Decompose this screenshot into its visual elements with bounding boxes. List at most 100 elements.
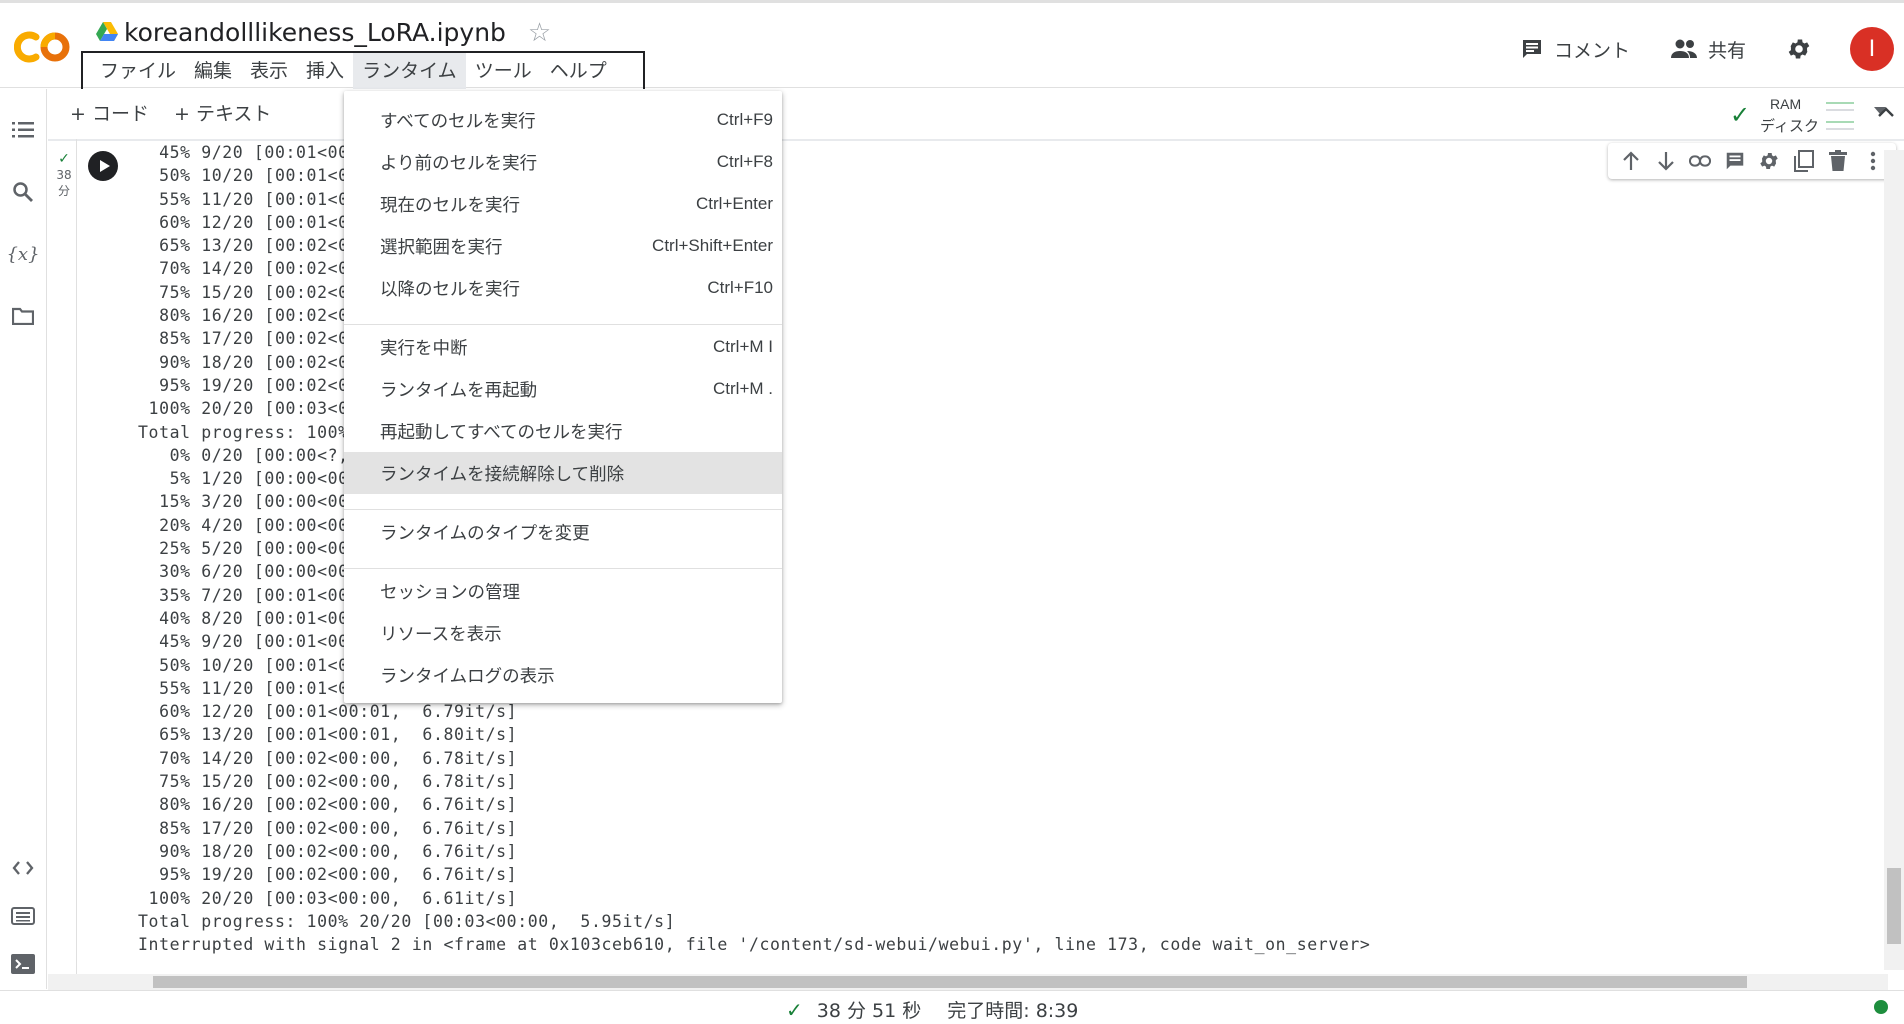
settings-gear-icon[interactable] [1786,36,1812,62]
menu-insert[interactable]: 挿入 [297,53,353,90]
header-actions: コメント 共有 I [1520,27,1904,71]
output-line: 60% 12/20 [00:01<00:01, 6.79it/s] [138,702,518,722]
menu-item-view-resources[interactable]: リソースを表示 [344,612,782,654]
menu-item-shortcut: Ctrl+F9 [716,110,773,129]
disk-usage-bar [1826,121,1854,123]
menu-item-label: 再起動してすべてのセルを実行 [380,422,623,443]
folder-icon[interactable] [10,303,36,329]
connection-status-dot [1874,1000,1888,1014]
comment-icon [1522,40,1541,58]
header: koreandolllikeness_LoRA.ipynb ☆ ファイル 編集 … [0,0,1904,92]
notebook-title-row: koreandolllikeness_LoRA.ipynb ☆ [96,17,551,47]
menu-item-shortcut: Ctrl+Enter [696,194,773,213]
delete-trash-icon[interactable] [1827,150,1849,172]
menu-item-change-runtime-type[interactable]: ランタイムのタイプを変更 [344,511,782,553]
menu-view[interactable]: 表示 [241,53,297,90]
comment-button[interactable]: コメント [1520,36,1630,63]
ram-usage-track [1826,109,1854,111]
notebook-title[interactable]: koreandolllikeness_LoRA.ipynb [124,18,506,47]
menu-item-run-current[interactable]: 現在のセルを実行 Ctrl+Enter [344,183,782,225]
command-palette-icon[interactable] [10,903,36,929]
menu-item-run-before[interactable]: より前のセルを実行 Ctrl+F8 [344,141,782,183]
output-line: 90% 18/20 [00:02<00:00, 6.76it/s] [138,841,518,861]
code-snippets-icon[interactable] [10,855,36,881]
menu-item-label: 以降のセルを実行 [380,279,520,300]
run-cell-button[interactable] [88,151,118,181]
cell-execution-info: ✓ 38 分 [50,150,78,199]
menu-item-shortcut: Ctrl+Shift+Enter [652,236,773,255]
menu-item-shortcut: Ctrl+M . [713,379,773,398]
mirror-cell-icon[interactable] [1793,150,1815,172]
menu-item-label: セッションの管理 [380,582,520,603]
output-line: 70% 14/20 [00:02<00:00, 6.78it/s] [138,748,518,768]
variables-icon[interactable]: {x} [6,241,39,267]
chevron-up-icon[interactable] [1874,101,1898,125]
menu-item-restart-runtime[interactable]: ランタイムを再起動 Ctrl+M . [344,368,782,410]
menu-item-label: 実行を中断 [380,338,468,359]
colab-window: koreandolllikeness_LoRA.ipynb ☆ ファイル 編集 … [0,0,1904,1024]
output-line: Interrupted with signal 2 in <frame at 0… [138,935,1371,955]
colab-logo[interactable] [14,27,74,67]
horizontal-scrollbar-thumb[interactable] [153,976,1747,988]
menu-tools[interactable]: ツール [466,53,541,90]
completion-time: 完了時間: 8:39 [947,1000,1079,1022]
cell-success-check-icon: ✓ [58,150,70,166]
menu-file[interactable]: ファイル [91,53,185,90]
elapsed-time: 38 分 51 秒 [816,1000,922,1022]
arrow-down-icon[interactable] [1655,150,1677,172]
output-line: 75% 15/20 [00:02<00:00, 6.78it/s] [138,772,518,792]
vertical-scrollbar-thumb[interactable] [1887,868,1901,944]
table-of-contents-icon[interactable] [10,117,36,143]
ram-label: RAM [1770,96,1802,112]
menu-item-run-selection[interactable]: 選択範囲を実行 Ctrl+Shift+Enter [344,225,782,267]
left-sidebar: {x} [0,89,47,989]
menu-item-run-all[interactable]: すべてのセルを実行 Ctrl+F9 [344,99,782,141]
cell-settings-gear-icon[interactable] [1758,150,1780,172]
output-line: 80% 16/20 [00:02<00:00, 6.76it/s] [138,795,518,815]
menu-item-label: すべてのセルを実行 [380,111,536,132]
menu-separator [344,568,782,569]
ram-usage-bar [1826,102,1854,104]
notebook-toolbar: + コード + テキスト ✓ RAM ディスク [48,89,1904,139]
vertical-scrollbar-track[interactable] [1884,150,1904,970]
execution-status[interactable]: ✓ 38 分 51 秒 完了時間: 8:39 [786,996,1078,1023]
menu-item-restart-and-run-all[interactable]: 再起動してすべてのセルを実行 [344,410,782,452]
comment-label: コメント [1553,39,1630,62]
more-vert-icon[interactable] [1862,150,1884,172]
disk-usage-track [1826,128,1854,130]
menu-runtime[interactable]: ランタイム [353,53,466,90]
menu-edit[interactable]: 編集 [185,53,241,90]
output-line: 65% 13/20 [00:01<00:01, 6.80it/s] [138,725,518,745]
menu-item-label: 現在のセルを実行 [380,195,520,216]
menu-item-label: リソースを表示 [380,624,502,645]
connected-check-icon: ✓ [1730,102,1751,129]
resource-monitor[interactable]: ✓ RAM ディスク [1730,93,1890,135]
comment-icon[interactable] [1724,150,1746,172]
menu-help[interactable]: ヘルプ [541,53,616,90]
cell-toolbar [1608,143,1896,179]
menu-item-run-after[interactable]: 以降のセルを実行 Ctrl+F10 [344,267,782,309]
link-icon[interactable] [1689,150,1712,172]
menu-item-view-runtime-logs[interactable]: ランタイムログの表示 [344,654,782,696]
menu-item-label: 選択範囲を実行 [380,237,503,258]
cell-exec-time-unit: 分 [57,184,70,198]
menu-item-disconnect-and-delete-runtime[interactable]: ランタイムを接続解除して削除 [344,452,782,494]
menu-item-label: ランタイムのタイプを変更 [380,523,590,544]
terminal-icon[interactable] [10,951,36,977]
arrow-up-icon[interactable] [1620,150,1642,172]
menu-separator [344,509,782,510]
output-line: 85% 17/20 [00:02<00:00, 6.76it/s] [138,818,518,838]
google-drive-icon[interactable] [96,22,118,42]
star-icon[interactable]: ☆ [528,19,551,45]
menu-item-interrupt-execution[interactable]: 実行を中断 Ctrl+M I [344,326,782,368]
share-button[interactable]: 共有 [1670,36,1746,63]
status-check-icon: ✓ [786,997,803,1022]
menu-item-manage-sessions[interactable]: セッションの管理 [344,570,782,612]
search-icon[interactable] [10,179,36,205]
runtime-menu-dropdown: すべてのセルを実行 Ctrl+F9 より前のセルを実行 Ctrl+F8 現在のセルを実行… [344,91,782,703]
user-avatar[interactable]: I [1850,27,1894,71]
output-line: Total progress: 100% 20/20 [00:03<00:00,… [138,911,676,931]
menu-item-shortcut: Ctrl+M I [713,337,773,356]
add-code-button[interactable]: + コード [70,99,149,126]
add-text-button[interactable]: + テキスト [174,99,271,126]
